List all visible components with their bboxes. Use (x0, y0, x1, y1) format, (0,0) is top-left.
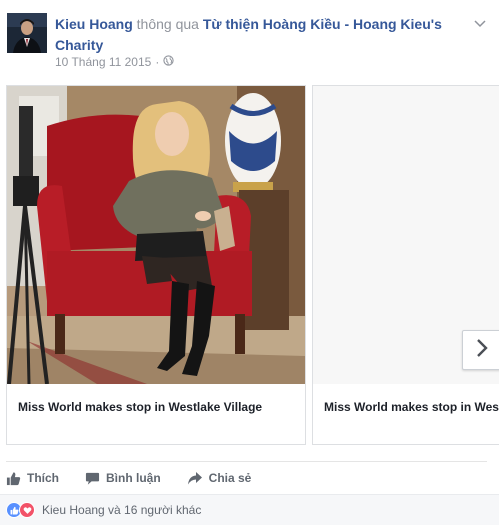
reactions-bar: Kieu Hoang và 16 người khác (0, 494, 499, 525)
divider (6, 461, 487, 462)
thumbs-up-icon (6, 471, 21, 486)
share-button[interactable]: Chia sẻ (187, 468, 252, 488)
carousel-card[interactable]: Miss World makes stop in Westlake Villag… (6, 85, 306, 445)
reaction-icons[interactable] (6, 502, 35, 518)
comment-button[interactable]: Bình luận (85, 468, 161, 488)
globe-icon[interactable] (163, 55, 174, 69)
author-name[interactable]: Kieu Hoang (55, 16, 133, 32)
chevron-down-icon[interactable] (473, 16, 487, 30)
link-carousel: Miss World makes stop in Westlake Villag… (6, 85, 499, 445)
carousel-card[interactable]: Miss World makes stop in Westlake Villag… (312, 85, 499, 445)
share-arrow-icon (187, 471, 203, 486)
post-header: Kieu Hoang thông qua Từ thiện Hoàng Kiều… (55, 14, 455, 56)
like-label: Thích (27, 471, 59, 485)
chevron-right-icon (475, 338, 489, 363)
comment-icon (85, 471, 100, 486)
card-caption[interactable]: Miss World makes stop in Westlake Villag… (324, 400, 499, 414)
share-label: Chia sẻ (208, 471, 252, 485)
post-date[interactable]: 10 Tháng 11 2015 (55, 55, 151, 69)
comment-label: Bình luận (106, 471, 161, 485)
like-button[interactable]: Thích (6, 468, 59, 488)
author-avatar[interactable] (7, 13, 47, 53)
post-actions: Thích Bình luận Chia sẻ (6, 468, 277, 488)
reactions-summary[interactable]: Kieu Hoang và 16 người khác (42, 503, 201, 517)
facebook-post: Kieu Hoang thông qua Từ thiện Hoàng Kiều… (0, 0, 499, 525)
card-caption[interactable]: Miss World makes stop in Westlake Villag… (18, 400, 262, 414)
via-text: thông qua (136, 16, 199, 32)
love-reaction-icon (19, 502, 35, 518)
card-photo[interactable] (7, 86, 305, 384)
carousel-next-button[interactable] (462, 330, 499, 370)
post-meta: 10 Tháng 11 2015 · (55, 55, 174, 69)
